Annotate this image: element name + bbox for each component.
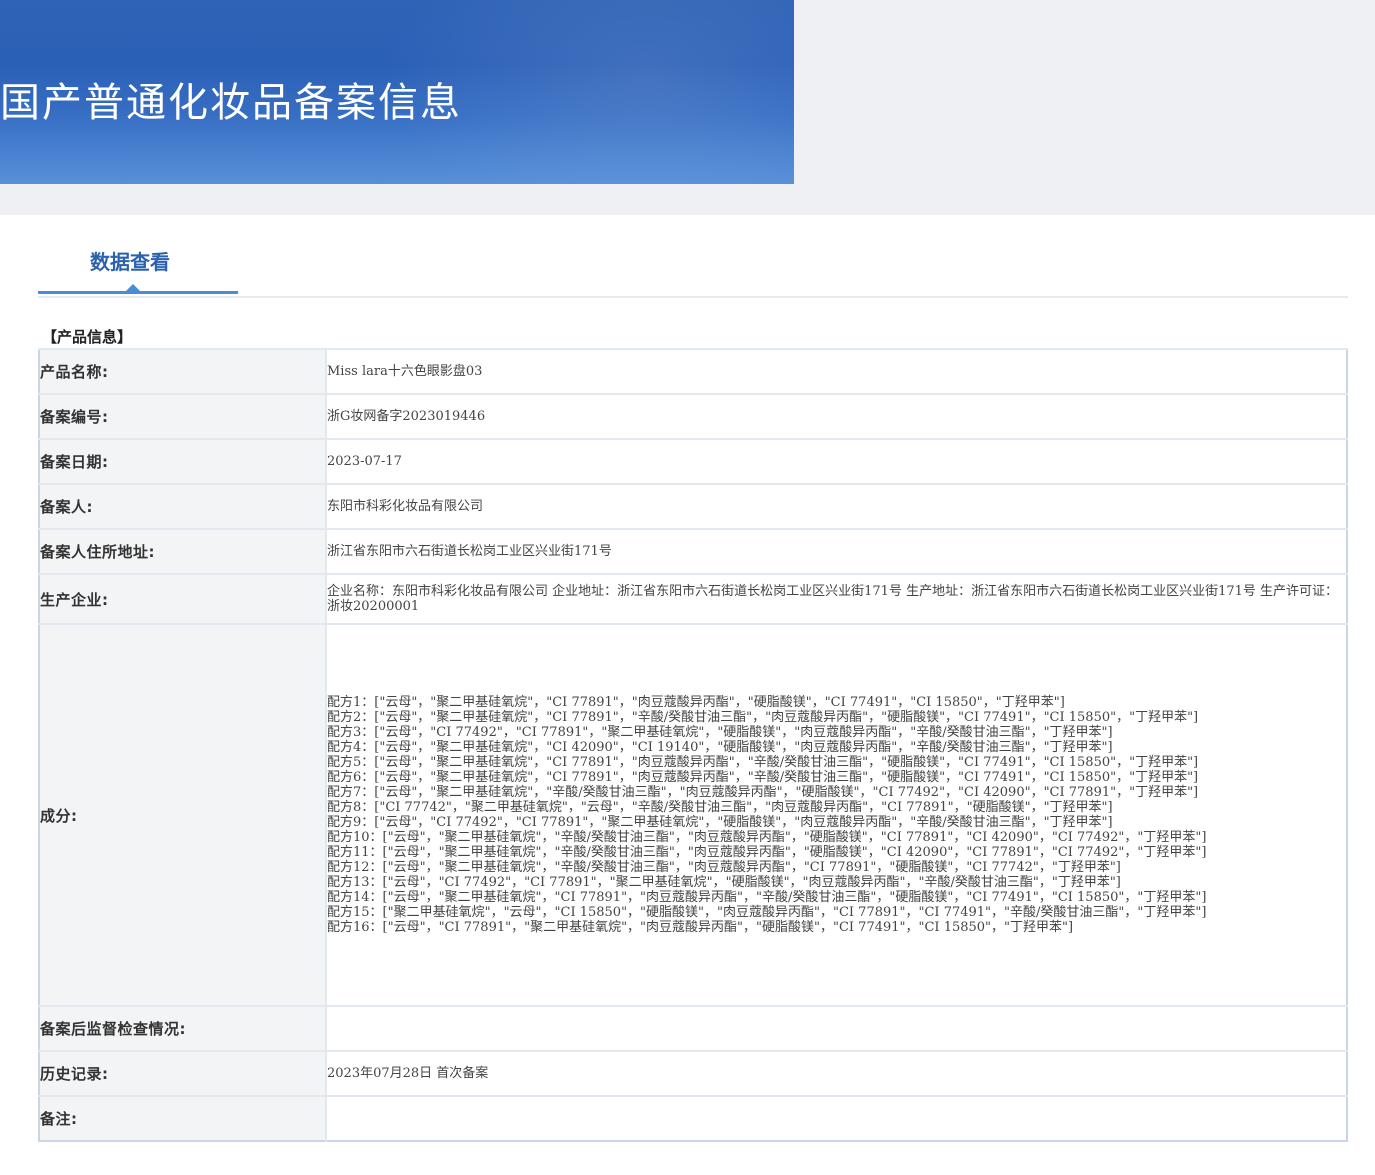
remarks-value [326,1095,1347,1141]
row-manufacturer: 生产企业: 企业名称：东阳市科彩化妆品有限公司 企业地址：浙江省东阳市六石街道长… [39,573,1347,624]
formula-line: 配方1：["云母"，"聚二甲基硅氧烷"，"CI 77891"，"肉豆蔻酸异丙酯"… [327,695,1065,710]
post-check-value [326,1005,1347,1051]
formula-line: 配方9：["云母"，"CI 77492"，"CI 77891"，"聚二甲基硅氧烷… [327,815,1113,830]
row-product-name: 产品名称: Miss lara十六色眼影盘03 [39,348,1347,394]
tab-active-caret-icon [126,284,140,291]
row-ingredients: 成分: 配方1：["云母"，"聚二甲基硅氧烷"，"CI 77891"，"肉豆蔻酸… [39,623,1347,1006]
page-title: 国产普通化妆品备案信息 [0,80,462,126]
manufacturer-label: 生产企业: [39,573,327,624]
formula-line: 配方11：["云母"，"聚二甲基硅氧烷"，"辛酸/癸酸甘油三酯"，"肉豆蔻酸异丙… [327,845,1207,860]
registrant-label: 备案人: [39,483,327,529]
formula-line: 配方12：["云母"，"聚二甲基硅氧烷"，"辛酸/癸酸甘油三酯"，"肉豆蔻酸异丙… [327,860,1121,875]
product-info-table: 产品名称: Miss lara十六色眼影盘03 备案编号: 浙G妆网备字2023… [38,348,1348,1142]
formula-line: 配方16：["云母"，"CI 77891"，"聚二甲基硅氧烷"，"肉豆蔻酸异丙酯… [327,920,1074,935]
registrant-address-value: 浙江省东阳市六石街道长松岗工业区兴业街171号 [326,528,1347,574]
tab-bar: 数据查看 [38,230,1348,298]
manufacturer-value: 企业名称：东阳市科彩化妆品有限公司 企业地址：浙江省东阳市六石街道长松岗工业区兴… [326,573,1347,624]
formula-line: 配方10：["云母"，"聚二甲基硅氧烷"，"辛酸/癸酸甘油三酯"，"肉豆蔻酸异丙… [327,830,1207,845]
tab-data-view-label: 数据查看 [90,250,170,274]
history-value: 2023年07月28日 首次备案 [326,1050,1347,1096]
record-no-label: 备案编号: [39,393,327,439]
row-registrant-address: 备案人住所地址: 浙江省东阳市六石街道长松岗工业区兴业街171号 [39,528,1347,574]
tab-data-view[interactable]: 数据查看 [38,230,238,294]
row-record-date: 备案日期: 2023-07-17 [39,438,1347,484]
formula-line: 配方3：["云母"，"CI 77492"，"CI 77891"，"聚二甲基硅氧烷… [327,725,1113,740]
ingredients-value: 配方1：["云母"，"聚二甲基硅氧烷"，"CI 77891"，"肉豆蔻酸异丙酯"… [326,623,1347,1006]
row-record-no: 备案编号: 浙G妆网备字2023019446 [39,393,1347,439]
formula-line: 配方4：["云母"，"聚二甲基硅氧烷"，"CI 42090"，"CI 19140… [327,740,1113,755]
record-date-value: 2023-07-17 [326,438,1347,484]
formula-line: 配方8：["CI 77742"，"聚二甲基硅氧烷"，"云母"，"辛酸/癸酸甘油三… [327,800,1113,815]
formula-line: 配方13：["云母"，"CI 77492"，"CI 77891"，"聚二甲基硅氧… [327,875,1121,890]
formula-line: 配方7：["云母"，"聚二甲基硅氧烷"，"辛酸/癸酸甘油三酯"，"肉豆蔻酸异丙酯… [327,785,1199,800]
row-post-check: 备案后监督检查情况: [39,1005,1347,1051]
registrant-address-label: 备案人住所地址: [39,528,327,574]
row-remarks: 备注: [39,1095,1347,1141]
formula-line: 配方6：["云母"，"聚二甲基硅氧烷"，"CI 77891"，"肉豆蔻酸异丙酯"… [327,770,1199,785]
post-check-label: 备案后监督检查情况: [39,1005,327,1051]
registrant-value: 东阳市科彩化妆品有限公司 [326,483,1347,529]
formula-line: 配方15：["聚二甲基硅氧烷"，"云母"，"CI 15850"，"硬脂酸镁"，"… [327,905,1207,920]
row-history: 历史记录: 2023年07月28日 首次备案 [39,1050,1347,1096]
remarks-label: 备注: [39,1095,327,1141]
record-date-label: 备案日期: [39,438,327,484]
formula-line: 配方5：["云母"，"聚二甲基硅氧烷"，"CI 77891"，"肉豆蔻酸异丙酯"… [327,755,1199,770]
history-label: 历史记录: [39,1050,327,1096]
row-registrant: 备案人: 东阳市科彩化妆品有限公司 [39,483,1347,529]
page-banner: 国产普通化妆品备案信息 [0,0,794,184]
product-name-value: Miss lara十六色眼影盘03 [326,348,1347,394]
section-title-product-info: 【产品信息】 [42,328,133,346]
record-no-value: 浙G妆网备字2023019446 [326,393,1347,439]
formula-line: 配方14：["云母"，"聚二甲基硅氧烷"，"CI 77891"，"肉豆蔻酸异丙酯… [327,890,1207,905]
ingredients-label: 成分: [39,623,327,1006]
formula-line: 配方2：["云母"，"聚二甲基硅氧烷"，"CI 77891"，"辛酸/癸酸甘油三… [327,710,1199,725]
product-name-label: 产品名称: [39,348,327,394]
